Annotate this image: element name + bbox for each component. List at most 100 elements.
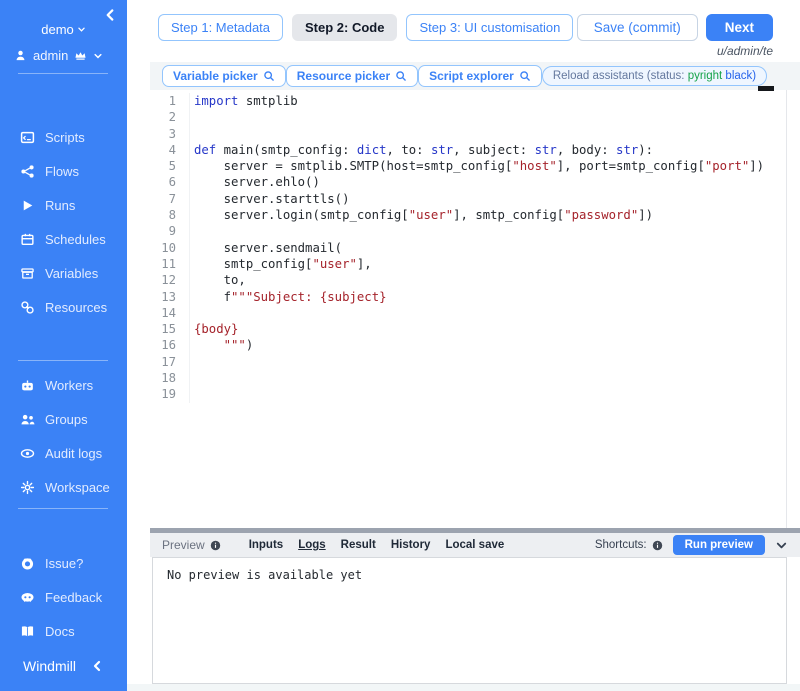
line-number: 17	[150, 354, 176, 370]
preview-title-label: Preview	[162, 538, 205, 552]
line-number: 7	[150, 191, 176, 207]
calendar-icon	[20, 232, 35, 247]
sidebar-nav-admin: Workers Groups Audit logs Workspace	[0, 368, 127, 504]
sidebar-item-issue[interactable]: Issue?	[0, 546, 127, 580]
run-preview-button[interactable]: Run preview	[673, 535, 765, 555]
code-text: {body}	[189, 321, 238, 337]
status-black: black)	[722, 70, 756, 82]
code-line[interactable]: 14	[150, 305, 786, 321]
code-line[interactable]: 6 server.ehlo()	[150, 174, 786, 190]
variable-picker-label: Variable picker	[173, 69, 258, 83]
workspace-name: demo	[41, 22, 74, 37]
code-line[interactable]: 10 server.sendmail(	[150, 240, 786, 256]
chevron-left-icon[interactable]	[90, 659, 104, 673]
code-line[interactable]: 15 {body}	[150, 321, 786, 337]
code-line[interactable]: 8 server.login(smtp_config["user"], smtp…	[150, 207, 786, 223]
sidebar-item-variables[interactable]: Variables	[0, 256, 127, 290]
chevron-down-icon	[77, 25, 86, 34]
sidebar-item-resources[interactable]: Resources	[0, 290, 127, 324]
code-line[interactable]: 9	[150, 223, 786, 239]
sidebar-item-docs[interactable]: Docs	[0, 614, 127, 648]
preview-actions: Shortcuts: Run preview	[595, 535, 788, 555]
line-number: 11	[150, 256, 176, 272]
sidebar-item-flows[interactable]: Flows	[0, 154, 127, 188]
sidebar-brand: Windmill	[0, 658, 127, 674]
info-icon[interactable]	[652, 540, 663, 551]
flows-icon	[20, 164, 35, 179]
line-number: 3	[150, 126, 176, 142]
search-icon	[519, 70, 531, 82]
sidebar-nav-main: Scripts Flows Runs Schedules Variables R…	[0, 120, 127, 324]
code-line[interactable]: 4def main(smtp_config: dict, to: str, su…	[150, 142, 786, 158]
chevron-down-icon	[93, 51, 103, 61]
script-explorer-label: Script explorer	[429, 69, 514, 83]
sidebar-item-schedules[interactable]: Schedules	[0, 222, 127, 256]
code-line[interactable]: 2	[150, 109, 786, 125]
step-2-code-button[interactable]: Step 2: Code	[292, 14, 397, 41]
code-text: server.ehlo()	[189, 174, 320, 190]
reload-assistants-button[interactable]: Reload assistants (status: pyright black…	[542, 66, 767, 86]
tab-logs[interactable]: Logs	[298, 539, 325, 551]
preview-output: No preview is available yet	[152, 557, 787, 684]
line-number: 16	[150, 337, 176, 353]
line-number: 1	[150, 93, 176, 109]
sidebar-item-workers[interactable]: Workers	[0, 368, 127, 402]
sidebar-item-groups[interactable]: Groups	[0, 402, 127, 436]
sidebar: demo admin Scripts Flows Runs	[0, 0, 127, 691]
reload-assistants-label: Reload assistants (status:	[553, 70, 688, 82]
info-icon[interactable]	[210, 540, 221, 551]
script-explorer-button[interactable]: Script explorer	[418, 65, 542, 87]
line-number: 18	[150, 370, 176, 386]
sidebar-item-audit-logs[interactable]: Audit logs	[0, 436, 127, 470]
save-commit-button[interactable]: Save (commit)	[577, 14, 698, 41]
code-line[interactable]: 5 server = smtplib.SMTP(host=smtp_config…	[150, 158, 786, 174]
script-path: u/admin/te	[717, 44, 773, 58]
sidebar-item-label: Scripts	[45, 130, 85, 145]
code-text	[189, 126, 194, 142]
code-editor[interactable]: 1import smtplib234def main(smtp_config: …	[150, 90, 787, 528]
code-line[interactable]: 16 """)	[150, 337, 786, 353]
archive-box-icon	[20, 266, 35, 281]
tab-local-save[interactable]: Local save	[445, 539, 504, 551]
line-number: 14	[150, 305, 176, 321]
line-number: 13	[150, 289, 176, 305]
scripts-icon	[20, 130, 35, 145]
code-line[interactable]: 17	[150, 354, 786, 370]
next-button[interactable]: Next	[706, 14, 773, 41]
sidebar-collapse-icon[interactable]	[102, 7, 118, 23]
preview-tabbar: Preview Inputs Logs Result History Local…	[150, 533, 800, 557]
sidebar-item-label: Groups	[45, 412, 88, 427]
scrollbar-handle[interactable]	[758, 86, 774, 91]
code-line[interactable]: 7 server.starttls()	[150, 191, 786, 207]
collapse-panel-icon[interactable]	[775, 539, 788, 552]
code-line[interactable]: 19	[150, 386, 786, 402]
code-line[interactable]: 18	[150, 370, 786, 386]
user-menu[interactable]: admin	[14, 48, 103, 63]
sidebar-item-label: Resources	[45, 300, 107, 315]
preview-tabs: Inputs Logs Result History Local save	[249, 539, 505, 551]
line-number: 15	[150, 321, 176, 337]
workspace-selector[interactable]: demo	[0, 22, 127, 37]
step-3-ui-customisation-button[interactable]: Step 3: UI customisation	[406, 14, 573, 41]
sidebar-item-feedback[interactable]: Feedback	[0, 580, 127, 614]
tab-history[interactable]: History	[391, 539, 431, 551]
users-icon	[20, 412, 35, 427]
sidebar-nav-footer: Issue? Feedback Docs	[0, 546, 127, 648]
variable-picker-button[interactable]: Variable picker	[162, 65, 286, 87]
code-line[interactable]: 1import smtplib	[150, 93, 786, 109]
step-1-metadata-button[interactable]: Step 1: Metadata	[158, 14, 283, 41]
code-line[interactable]: 13 f"""Subject: {subject}	[150, 289, 786, 305]
code-line[interactable]: 3	[150, 126, 786, 142]
code-text: f"""Subject: {subject}	[189, 289, 387, 305]
tab-result[interactable]: Result	[341, 539, 376, 551]
sidebar-item-runs[interactable]: Runs	[0, 188, 127, 222]
sidebar-item-workspace[interactable]: Workspace	[0, 470, 127, 504]
code-line[interactable]: 12 to,	[150, 272, 786, 288]
sidebar-item-label: Issue?	[45, 556, 83, 571]
tab-inputs[interactable]: Inputs	[249, 539, 284, 551]
editor-toolbar: Variable picker Resource picker Script e…	[150, 62, 800, 90]
line-number: 19	[150, 386, 176, 402]
resource-picker-button[interactable]: Resource picker	[286, 65, 418, 87]
code-line[interactable]: 11 smtp_config["user"],	[150, 256, 786, 272]
sidebar-item-scripts[interactable]: Scripts	[0, 120, 127, 154]
